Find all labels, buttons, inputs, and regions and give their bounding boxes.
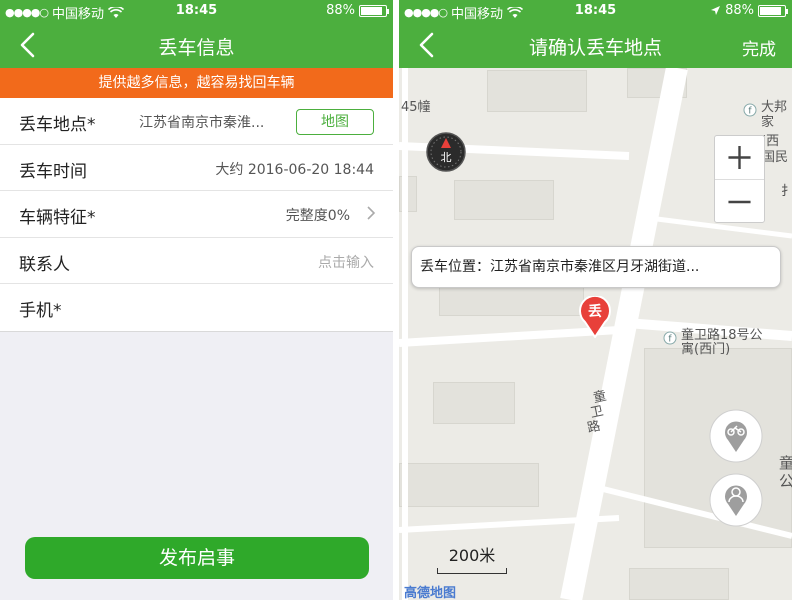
nav-bar: 丢车信息 <box>0 22 393 68</box>
contact-input[interactable]: 点击输入 <box>318 252 374 272</box>
battery-icon <box>758 4 788 17</box>
time-label: 丢车时间 <box>19 161 87 182</box>
row-features[interactable]: 车辆特征* 完整度0% <box>0 191 393 238</box>
lost-car-info-screen: ●●●●○ 中国移动 18:45 88% 丢车信息 提供越多信息，越容易找回车辆… <box>0 0 393 600</box>
lost-car-pin-icon[interactable]: 丢 <box>577 296 613 338</box>
map-view[interactable]: 45幢 大邦 家(西 f 中国民 童卫路18号公 寓(西门) f 童 卫 路 童… <box>399 68 792 600</box>
poi-marker-icon: f <box>743 103 757 117</box>
zoom-in-icon[interactable] <box>715 136 764 180</box>
page-title: 请确认丢车地点 <box>528 37 662 59</box>
bike-locate-button[interactable] <box>708 408 764 464</box>
svg-text:丢: 丢 <box>588 303 602 320</box>
map-label-poi: 家(西 <box>761 115 780 149</box>
lost-car-form: 丢车地点* 江苏省南京市秦淮... 地图 丢车时间 大约 2016-06-20 … <box>0 98 393 332</box>
user-locate-button[interactable] <box>708 472 764 528</box>
row-phone[interactable]: 手机* <box>0 284 393 331</box>
compass-icon[interactable]: 北 <box>424 132 468 172</box>
map-provider-logo: 高德地图 <box>404 586 457 600</box>
location-callout: 丢车位置：江苏省南京市秦淮区月牙湖街道... <box>411 246 781 288</box>
contact-label: 联系人 <box>19 254 70 275</box>
svg-text:北: 北 <box>441 151 452 164</box>
time-value: 大约 2016-06-20 18:44 <box>215 161 374 178</box>
map-scale: 200米 <box>437 542 507 574</box>
map-label-poi: 扌 <box>781 184 792 199</box>
features-value: 完整度0% <box>285 208 350 225</box>
battery-percent: 88% <box>326 3 355 18</box>
scale-bar <box>437 568 507 574</box>
battery-icon <box>359 4 389 17</box>
poi-marker-icon: f <box>663 331 677 345</box>
row-time[interactable]: 丢车时间 大约 2016-06-20 18:44 <box>0 145 393 192</box>
phone-label: 手机* <box>19 301 62 322</box>
chevron-right-icon <box>367 206 376 220</box>
nav-bar: 请确认丢车地点 完成 <box>399 22 792 68</box>
location-value: 江苏省南京市秦淮... <box>139 115 265 131</box>
features-label: 车辆特征* <box>19 208 96 229</box>
publish-button[interactable]: 发布启事 <box>25 537 369 579</box>
status-bar: ●●●●○ 中国移动 18:45 88% <box>399 0 792 22</box>
page-title: 丢车信息 <box>158 37 235 59</box>
map-button[interactable]: 地图 <box>296 109 374 135</box>
map-label-building: 45幢 <box>401 100 431 115</box>
map-label-poi: 寓(西门) <box>681 342 731 357</box>
map-label-poi: 公 <box>779 472 792 490</box>
battery-percent: 88% <box>725 3 754 18</box>
location-arrow-icon <box>711 6 721 15</box>
row-location[interactable]: 丢车地点* 江苏省南京市秦淮... 地图 <box>0 98 393 145</box>
confirm-location-screen: ●●●●○ 中国移动 18:45 88% 请确认丢车地点 完成 45幢 大邦 家… <box>399 0 792 600</box>
location-label: 丢车地点* <box>19 115 96 135</box>
info-banner: 提供越多信息，越容易找回车辆 <box>0 68 393 98</box>
scale-label: 200米 <box>448 546 496 565</box>
zoom-control <box>714 135 765 223</box>
row-contact[interactable]: 联系人 点击输入 <box>0 238 393 285</box>
done-button[interactable]: 完成 <box>742 35 776 60</box>
status-bar: ●●●●○ 中国移动 18:45 88% <box>0 0 393 22</box>
zoom-out-icon[interactable] <box>715 180 764 224</box>
